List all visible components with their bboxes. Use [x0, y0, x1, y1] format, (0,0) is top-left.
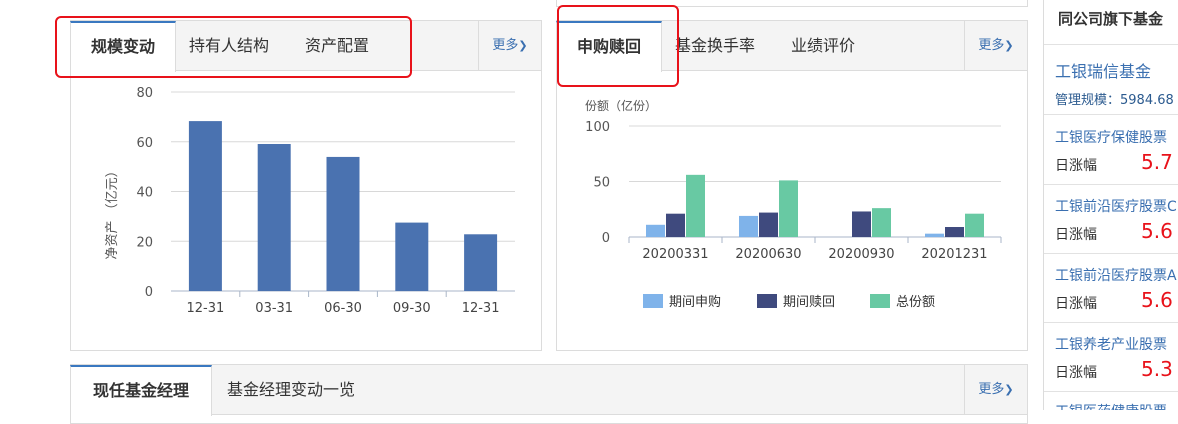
y-tick-label: 40 — [136, 186, 153, 201]
bar — [257, 143, 291, 291]
x-tick-label: 12-31 — [462, 301, 500, 316]
bar — [395, 222, 429, 291]
more-label: 更多 — [978, 382, 1005, 397]
daily-change-value: 5.3 — [1141, 357, 1173, 381]
x-tick-label: 06-30 — [324, 301, 362, 316]
bar — [779, 180, 798, 237]
bar — [739, 215, 758, 237]
legend-label: 期间赎回 — [783, 295, 835, 310]
bar — [945, 227, 964, 237]
divider — [1044, 44, 1178, 45]
scale-y-axis-title: 净资产 （亿元） — [105, 164, 120, 259]
highlight-box-subscription-tab — [557, 5, 679, 87]
divider — [1044, 114, 1178, 115]
y-tick-label: 50 — [593, 176, 610, 191]
y-tick-label: 100 — [585, 120, 610, 135]
tab-current-manager[interactable]: 现任基金经理 — [70, 365, 212, 416]
daily-change-value: 5.6 — [1141, 288, 1173, 312]
scale-more-link[interactable]: 更多❯ — [478, 21, 541, 70]
scale-bars — [188, 121, 498, 291]
chevron-right-icon: ❯ — [1004, 39, 1014, 52]
divider — [1044, 253, 1178, 254]
bar — [666, 213, 685, 237]
y-tick-label: 0 — [602, 231, 610, 246]
daily-change-label: 日涨幅 — [1055, 158, 1097, 174]
bar — [872, 208, 891, 237]
company-link[interactable]: 工银瑞信基金 — [1055, 58, 1151, 82]
subscription-chart: 份额（亿份） 050100 20200331 20200630 20200930 20… — [585, 98, 1002, 310]
x-tick-label: 20200331 — [642, 247, 708, 262]
divider — [1044, 184, 1178, 185]
x-tick-label: 09-30 — [393, 301, 431, 316]
fund-link[interactable]: 工银前沿医疗股票C — [1055, 196, 1177, 216]
divider — [1044, 391, 1178, 392]
subscription-y-axis-title: 份额（亿份） — [585, 98, 657, 113]
y-tick-label: 60 — [136, 136, 153, 151]
bar — [686, 174, 705, 237]
legend-swatch — [870, 294, 890, 308]
fund-link[interactable]: 工银前沿医疗股票A — [1055, 265, 1177, 285]
chevron-right-icon: ❯ — [518, 39, 528, 52]
legend-label: 总份额 — [896, 295, 935, 310]
bar — [852, 211, 871, 237]
legend-label: 期间申购 — [669, 294, 721, 310]
daily-change-label: 日涨幅 — [1055, 365, 1097, 381]
highlight-box-scale-tabs — [55, 16, 412, 78]
daily-change-label: 日涨幅 — [1055, 296, 1097, 312]
bar — [188, 121, 222, 291]
bar — [925, 233, 944, 237]
management-scale: 管理规模：5984.68 — [1055, 93, 1174, 108]
bar — [759, 212, 778, 237]
y-tick-label: 0 — [145, 285, 153, 300]
fund-link[interactable]: 工银医药健康股票 — [1055, 401, 1167, 410]
fund-link[interactable]: 工银养老产业股票 — [1055, 334, 1167, 354]
scale-x-labels: 12-31 03-31 06-30 09-30 12-31 — [187, 301, 500, 316]
subscription-x-labels: 20200331 20200630 20200930 20201231 — [642, 247, 987, 262]
y-tick-label: 20 — [136, 235, 153, 250]
daily-change-value: 5.7 — [1141, 150, 1173, 174]
x-tick-label: 20201231 — [921, 247, 987, 262]
x-tick-label: 20200930 — [828, 247, 894, 262]
legend-swatch — [643, 294, 663, 308]
company-funds-sidebar: 同公司旗下基金 工银瑞信基金 管理规模：5984.68 工银医疗保健股票 日涨幅… — [1043, 0, 1178, 410]
daily-change-label: 日涨幅 — [1055, 227, 1097, 243]
fund-link[interactable]: 工银医疗保健股票 — [1055, 127, 1167, 147]
tab-turnover-rate[interactable]: 基金换手率 — [675, 21, 755, 71]
bar — [965, 213, 984, 237]
subscription-more-link[interactable]: 更多❯ — [964, 21, 1027, 70]
more-label: 更多 — [492, 38, 519, 53]
daily-change-value: 5.6 — [1141, 219, 1173, 243]
y-tick-label: 80 — [136, 86, 153, 101]
manager-more-link[interactable]: 更多❯ — [964, 365, 1027, 414]
bar — [646, 224, 665, 237]
tab-manager-changes[interactable]: 基金经理变动一览 — [227, 365, 355, 415]
sidebar-title: 同公司旗下基金 — [1058, 10, 1164, 28]
x-tick-label: 12-31 — [187, 301, 225, 316]
x-tick-label: 03-31 — [255, 301, 293, 316]
legend-swatch — [757, 294, 777, 308]
x-tick-label: 20200630 — [735, 247, 801, 262]
manager-panel: 现任基金经理 基金经理变动一览 更多❯ — [70, 364, 1028, 424]
subscription-bars — [646, 174, 984, 237]
chevron-right-icon: ❯ — [1004, 383, 1014, 396]
bar — [326, 156, 360, 291]
tab-performance-evaluation[interactable]: 业绩评价 — [791, 21, 855, 71]
scale-chart: 0 20 40 60 80 12-31 03-31 06-30 09-30 12-31 净资产 … — [105, 86, 515, 316]
divider — [1044, 322, 1178, 323]
subscription-legend: 期间申购 期间赎回 总份额 — [643, 294, 935, 310]
more-label: 更多 — [978, 38, 1005, 53]
manager-tabbar: 现任基金经理 基金经理变动一览 更多❯ — [70, 365, 1027, 416]
bar — [464, 234, 498, 291]
